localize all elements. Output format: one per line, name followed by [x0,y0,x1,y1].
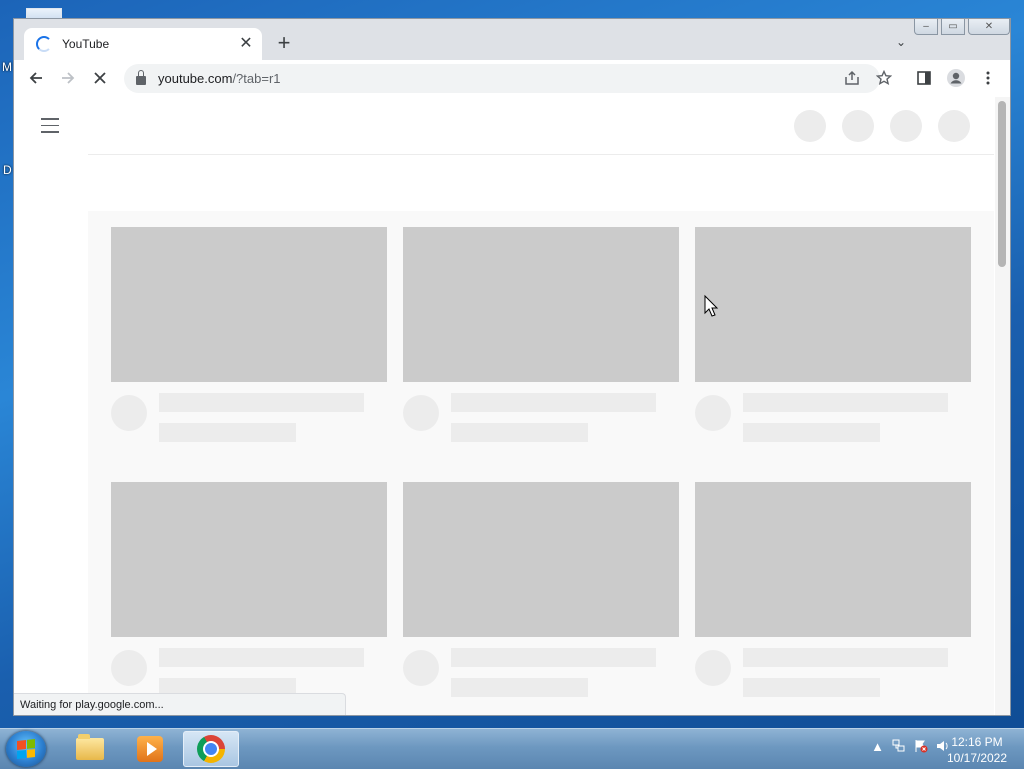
desktop-icon-label: M [2,60,12,74]
network-icon[interactable] [892,739,906,756]
windows-logo-icon [17,739,35,759]
vertical-scrollbar[interactable] [995,97,1010,715]
title-placeholder [743,648,948,667]
share-icon [845,70,859,85]
scrollbar-thumb[interactable] [998,101,1006,267]
title-placeholder [743,393,948,412]
thumbnail-placeholder [695,227,971,382]
start-button[interactable] [6,731,46,767]
meta-placeholder [451,678,588,697]
tab-youtube[interactable]: YouTube ✕ [24,28,262,60]
video-card-placeholder [403,482,679,697]
minimize-button[interactable]: – [914,19,938,35]
taskbar-app-chrome[interactable] [183,731,239,767]
window-close-button[interactable]: ✕ [968,19,1010,35]
browser-menu-button[interactable] [976,66,1000,90]
share-button[interactable] [840,66,864,90]
masthead-placeholder [842,110,874,142]
channel-avatar-placeholder [111,650,147,686]
profile-button[interactable] [944,66,968,90]
tab-search-button[interactable]: ⌄ [896,35,906,49]
arrow-right-icon [62,72,75,84]
back-button[interactable] [24,66,48,90]
title-placeholder [159,648,364,667]
video-card-placeholder [111,482,387,697]
mouse-cursor-icon [704,294,719,317]
forward-button[interactable] [56,66,80,90]
meta-placeholder [743,678,880,697]
loading-spinner-icon [36,36,52,52]
meta-placeholder [159,423,296,442]
hamburger-menu-icon[interactable] [41,118,59,133]
url-path: /?tab=r1 [232,71,281,86]
side-panel-icon [917,71,931,85]
kebab-menu-icon [986,71,990,85]
browser-window: – ▭ ✕ YouTube ✕ + ⌄ youtube.com/?tab=r1 [13,18,1011,716]
star-icon [876,70,892,85]
taskbar-app-media-player[interactable] [122,731,178,767]
side-panel-button[interactable] [912,66,936,90]
channel-avatar-placeholder [695,650,731,686]
channel-avatar-placeholder [111,395,147,431]
video-feed-skeleton [88,211,994,715]
video-card-placeholder [695,482,971,697]
show-hidden-icons-icon[interactable]: ▲ [871,739,884,756]
title-placeholder [159,393,364,412]
window-controls: – ▭ ✕ [911,19,1010,35]
youtube-masthead [14,97,994,154]
video-card-placeholder [403,227,679,442]
tab-title: YouTube [62,37,110,51]
folder-icon [76,734,104,760]
masthead-placeholder [938,110,970,142]
new-tab-button[interactable]: + [272,32,296,56]
clock-time: 12:16 PM [951,735,1003,749]
stop-button[interactable] [88,66,112,90]
title-placeholder [451,393,656,412]
tab-close-icon[interactable]: ✕ [238,36,254,52]
lock-icon [136,70,146,85]
maximize-button[interactable]: ▭ [941,19,965,35]
action-center-flag-icon[interactable] [914,739,928,756]
url-host: youtube.com [158,71,233,86]
thumbnail-placeholder [695,482,971,637]
thumbnail-placeholder [403,482,679,637]
stop-loading-icon [94,72,106,84]
clock-date: 10/17/2022 [946,751,1008,765]
title-placeholder [451,648,656,667]
chip-bar-placeholder [88,154,994,212]
browser-toolbar: youtube.com/?tab=r1 [14,60,1010,97]
status-bubble: Waiting for play.google.com... [14,693,346,715]
meta-placeholder [743,423,880,442]
arrow-left-icon [29,72,42,84]
url-text: youtube.com/?tab=r1 [158,71,281,86]
video-card-placeholder [695,227,971,442]
address-bar[interactable]: youtube.com/?tab=r1 [124,64,880,93]
meta-placeholder [451,423,588,442]
bookmark-button[interactable] [872,66,896,90]
taskbar-clock[interactable]: 12:16 PM 10/17/2022 [944,734,1010,766]
page-content: Waiting for play.google.com... [14,97,1010,715]
thumbnail-placeholder [111,227,387,382]
masthead-placeholder [794,110,826,142]
channel-avatar-placeholder [403,650,439,686]
masthead-placeholder [890,110,922,142]
channel-avatar-placeholder [403,395,439,431]
chrome-icon [197,735,225,763]
media-player-icon [137,736,163,762]
video-card-placeholder [111,227,387,442]
taskbar-app-explorer[interactable] [62,731,118,767]
taskbar: ▲ 12:16 PM 10/17/2022 [0,728,1024,769]
desktop-icon-label: D [3,163,12,177]
thumbnail-placeholder [111,482,387,637]
system-tray: ▲ [871,739,950,756]
profile-icon [947,69,965,87]
channel-avatar-placeholder [695,395,731,431]
thumbnail-placeholder [403,227,679,382]
